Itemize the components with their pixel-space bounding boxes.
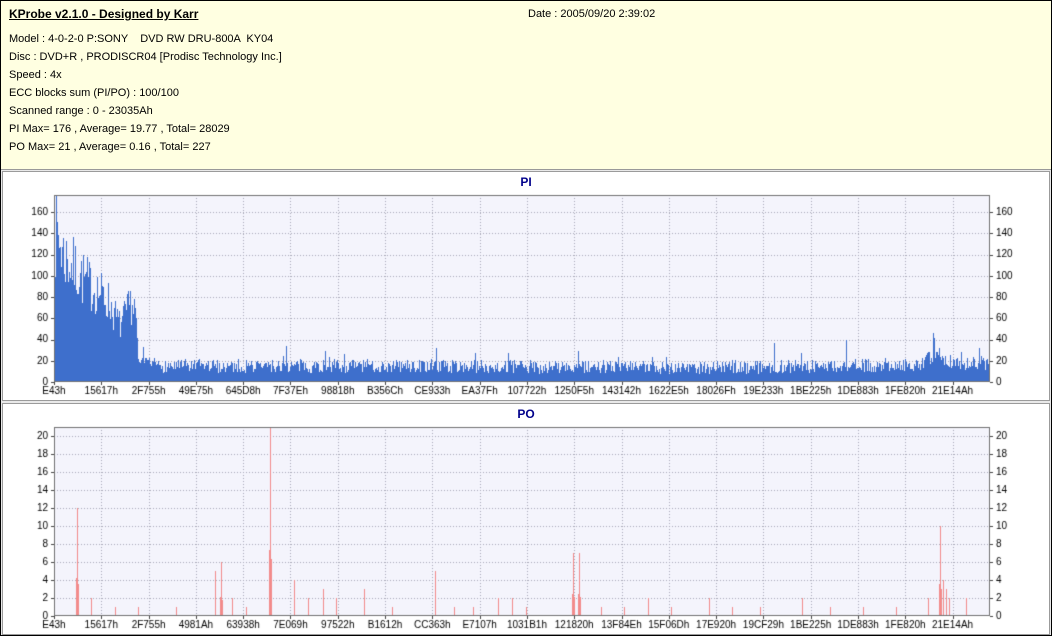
info-line-model: Model : 4-0-2-0 P:SONY DVD RW DRU-800A K…	[9, 33, 274, 45]
po-chart-title: PO	[517, 407, 535, 421]
pi-chart-canvas	[4, 190, 1048, 398]
po-chart-canvas	[4, 422, 1048, 632]
info-line-range: Scanned range : 0 - 23035Ah	[9, 105, 153, 117]
kprobe-window: KProbe v2.1.0 - Designed by Karr Date : …	[0, 0, 1052, 636]
pi-chart-panel: PI	[2, 171, 1050, 401]
app-title: KProbe v2.1.0 - Designed by Karr	[9, 7, 199, 21]
report-header: KProbe v2.1.0 - Designed by Karr Date : …	[1, 1, 1051, 170]
pi-chart-title: PI	[520, 175, 532, 189]
info-line-pi-stats: PI Max= 176 , Average= 19.77 , Total= 28…	[9, 123, 230, 135]
info-line-ecc: ECC blocks sum (PI/PO) : 100/100	[9, 87, 179, 99]
info-line-po-stats: PO Max= 21 , Average= 0.16 , Total= 227	[9, 141, 211, 153]
info-line-disc: Disc : DVD+R , PRODISCR04 [Prodisc Techn…	[9, 51, 282, 63]
po-chart-panel: PO	[2, 403, 1050, 635]
scan-info: Model : 4-0-2-0 P:SONY DVD RW DRU-800A K…	[9, 30, 282, 156]
info-line-speed: Speed : 4x	[9, 69, 62, 81]
report-date: Date : 2005/09/20 2:39:02	[528, 8, 656, 20]
